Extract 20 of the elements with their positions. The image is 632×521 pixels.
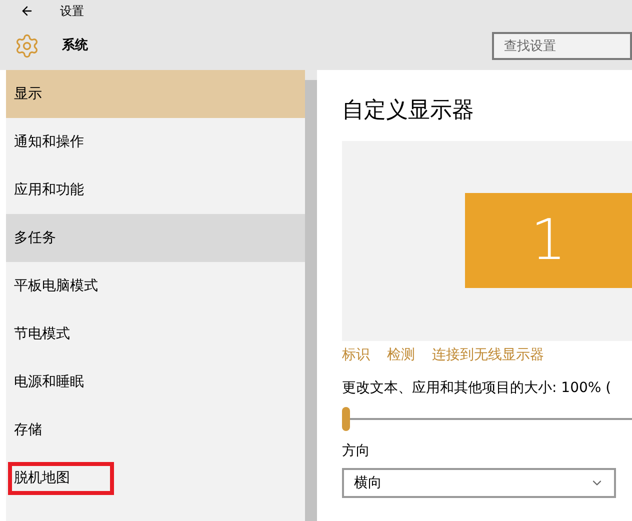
sidebar-item[interactable]: 应用和功能 [6,166,306,214]
scale-slider[interactable] [342,407,632,431]
sidebar-item[interactable]: 显示 [6,70,306,118]
page-heading: 系统 [62,36,88,56]
sidebar-item[interactable]: 平板电脑模式 [6,262,306,310]
sidebar-item[interactable]: 通知和操作 [6,118,306,166]
search-field[interactable]: 查找设置 [492,32,632,60]
sidebar-item[interactable]: 电源和睡眠 [6,358,306,406]
scrollbar[interactable] [305,70,317,521]
orientation-label: 方向 [342,442,371,461]
scale-label: 更改文本、应用和其他项目的大小: 100% ( [342,379,612,398]
window-title: 设置 [60,3,84,20]
section-title: 自定义显示器 [342,97,475,125]
orientation-dropdown[interactable]: 横向 [342,468,616,498]
settings-icon [14,33,40,59]
sidebar-item[interactable]: 脱机地图 [6,454,306,502]
sidebar-item[interactable]: 多任务 [6,214,306,262]
back-icon[interactable] [20,4,34,18]
sidebar-item[interactable]: 存储 [6,406,306,454]
sidebar-item[interactable]: 节电模式 [6,310,306,358]
